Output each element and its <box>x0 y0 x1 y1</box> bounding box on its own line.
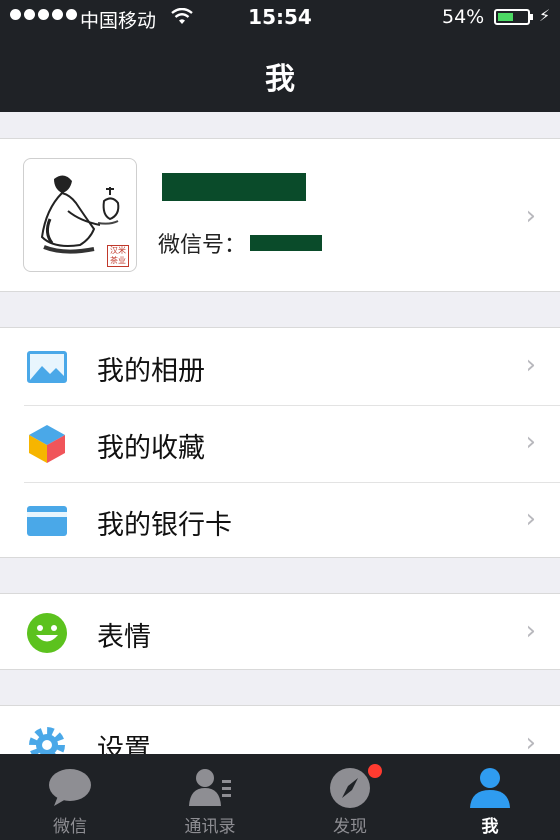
nickname-redacted <box>162 173 306 201</box>
chevron-right-icon: › <box>525 427 536 457</box>
tab-me[interactable]: 我 <box>420 754 560 840</box>
chevron-right-icon: › <box>525 350 536 380</box>
charging-bolt-icon: ⚡ <box>539 6 551 25</box>
tab-label: 通讯录 <box>184 817 236 837</box>
wechat-id-label: 微信号： <box>158 233 247 258</box>
tab-label: 发现 <box>333 817 367 837</box>
tab-chats[interactable]: 微信 <box>0 754 140 840</box>
badge-dot <box>368 764 382 778</box>
battery-percentage: 54% <box>442 6 485 28</box>
menu-item-label: 表情 <box>97 622 151 653</box>
chevron-right-icon: › <box>525 504 536 534</box>
chevron-right-icon: › <box>525 201 536 231</box>
menu-item-label: 我的收藏 <box>97 433 205 464</box>
profile-card[interactable]: 汉米 茶业 微信号： › <box>0 138 560 292</box>
wechat-id-redacted <box>250 235 323 251</box>
tab-bar: 微信 通讯录 发现 我 <box>0 754 560 840</box>
compass-icon <box>330 768 370 808</box>
photo-album-icon <box>27 351 67 383</box>
menu-item-bank-card[interactable]: 我的银行卡 › <box>0 482 560 559</box>
navigation-bar: 我 <box>0 36 560 112</box>
status-bar: 中国移动 15:54 54% ⚡ <box>0 0 560 36</box>
menu-item-stickers[interactable]: 表情 › <box>0 594 560 671</box>
avatar[interactable]: 汉米 茶业 <box>23 158 137 272</box>
page-title: 我 <box>265 62 295 97</box>
tab-discover[interactable]: 发现 <box>280 754 420 840</box>
person-icon <box>470 768 510 808</box>
tab-contacts[interactable]: 通讯录 <box>140 754 280 840</box>
seal-stamp: 汉米 茶业 <box>107 245 129 267</box>
menu-item-favorites[interactable]: 我的收藏 › <box>0 405 560 482</box>
menu-item-label: 我的银行卡 <box>97 510 232 541</box>
menu-item-label: 我的相册 <box>97 356 205 387</box>
smiley-icon <box>27 613 67 653</box>
chevron-right-icon: › <box>525 616 536 646</box>
tab-label: 微信 <box>53 817 87 837</box>
menu-group-1: 我的相册 › 我的收藏 › 我的银行卡 › <box>0 327 560 558</box>
battery-icon <box>494 9 530 25</box>
bank-card-icon <box>27 506 67 536</box>
contacts-icon <box>189 769 231 806</box>
wechat-id: 微信号： <box>158 227 323 259</box>
favorites-cube-icon <box>29 425 65 463</box>
tab-label: 我 <box>481 817 499 837</box>
menu-group-2: 表情 › <box>0 593 560 670</box>
menu-item-album[interactable]: 我的相册 › <box>0 328 560 405</box>
chat-bubble-icon <box>49 769 91 806</box>
